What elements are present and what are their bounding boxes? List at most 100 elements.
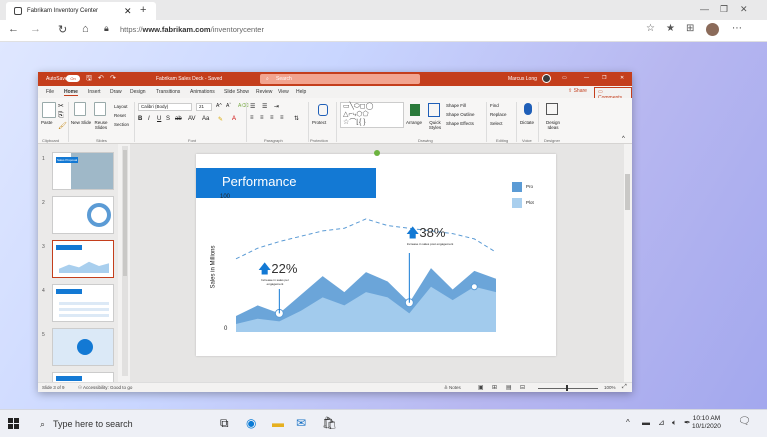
ppt-minimize-icon[interactable]: — bbox=[584, 75, 589, 81]
slide[interactable]: Performance 100 0 Sales in Millions Pro … bbox=[196, 154, 556, 356]
align-left-icon[interactable]: ≡ bbox=[250, 115, 254, 121]
title-search-box[interactable]: ⌕ Search bbox=[260, 74, 420, 84]
clock[interactable]: 10:10 AM 10/1/2020 bbox=[692, 415, 721, 431]
more-icon[interactable]: ⋯ bbox=[732, 23, 742, 34]
italic-icon[interactable]: I bbox=[148, 116, 150, 122]
volume-icon[interactable]: 🔈︎ bbox=[672, 418, 677, 428]
copy-icon[interactable]: ⎘ bbox=[58, 112, 64, 120]
font-size-select[interactable]: 21 bbox=[196, 103, 212, 111]
reading-view-icon[interactable]: ▤ bbox=[506, 384, 512, 391]
text-direction-icon[interactable]: ⇅ bbox=[294, 115, 299, 122]
zoom-level[interactable]: 100% bbox=[604, 385, 616, 390]
back-icon[interactable]: ← bbox=[8, 23, 19, 35]
redo-icon[interactable]: ↷ bbox=[110, 74, 116, 82]
font-color-icon[interactable]: A bbox=[232, 116, 236, 122]
replace-button[interactable]: Replace bbox=[490, 112, 507, 117]
refresh-icon[interactable]: ↻ bbox=[58, 23, 67, 36]
save-icon[interactable]: 🖫︎ bbox=[86, 74, 92, 85]
justify-icon[interactable]: ≡ bbox=[280, 115, 284, 121]
tab-home[interactable]: Home bbox=[64, 89, 78, 96]
thumbnail-scrollbar[interactable] bbox=[122, 146, 128, 376]
tab-draw[interactable]: Draw bbox=[110, 89, 122, 95]
layout-button[interactable]: Layout bbox=[114, 104, 128, 109]
align-center-icon[interactable]: ≡ bbox=[260, 115, 264, 121]
canvas-scrollbar[interactable] bbox=[624, 144, 632, 382]
new-tab-icon[interactable]: + bbox=[140, 4, 146, 16]
show-hidden-icons[interactable]: ^ bbox=[626, 418, 630, 427]
slideshow-icon[interactable]: ⊟ bbox=[520, 384, 525, 391]
profile-avatar[interactable] bbox=[706, 23, 719, 36]
tab-file[interactable]: File bbox=[46, 89, 54, 95]
scroll-thumb[interactable] bbox=[625, 174, 630, 210]
strikethrough-icon[interactable]: ab bbox=[175, 116, 182, 122]
url-field[interactable]: https://www.fabrikam.com/inventorycenter bbox=[120, 25, 264, 34]
bold-icon[interactable]: B bbox=[138, 116, 142, 122]
microphone-icon[interactable] bbox=[524, 103, 532, 115]
tab-help[interactable]: Help bbox=[296, 89, 306, 95]
indent-icon[interactable]: ⇥ bbox=[274, 103, 279, 110]
char-spacing-icon[interactable]: AV bbox=[188, 116, 196, 122]
notes-button[interactable]: ≙ Notes bbox=[444, 385, 461, 391]
shape-effects-button[interactable]: Shape Effects bbox=[446, 121, 474, 126]
bullets-icon[interactable]: ☰ bbox=[250, 103, 255, 110]
performance-chart[interactable] bbox=[196, 154, 556, 356]
ppt-close-icon[interactable]: ✕ bbox=[620, 75, 624, 81]
minimize-icon[interactable]: — bbox=[700, 4, 709, 14]
protect-icon[interactable] bbox=[318, 104, 328, 116]
tab-slide-show[interactable]: Slide Show bbox=[224, 89, 249, 95]
shadow-icon[interactable]: S bbox=[166, 116, 170, 122]
new-slide-icon[interactable] bbox=[74, 102, 86, 116]
collections-icon[interactable]: ⊞ bbox=[686, 23, 694, 34]
grow-font-icon[interactable]: A^ bbox=[216, 103, 222, 109]
tab-review[interactable]: Review bbox=[256, 89, 272, 95]
tab-insert[interactable]: Insert bbox=[88, 89, 101, 95]
shapes-gallery[interactable]: ▭╲⬭◻◯ △⌐⤷⬡⬠ ☆⌒⌊{ } bbox=[340, 102, 404, 128]
fit-slide-icon[interactable]: ⤢ bbox=[622, 384, 627, 391]
network-icon[interactable]: ⊿ bbox=[658, 418, 665, 427]
select-button[interactable]: Select bbox=[490, 121, 503, 126]
task-view-icon[interactable]: ⧉ bbox=[220, 416, 229, 431]
align-right-icon[interactable]: ≡ bbox=[270, 115, 274, 121]
ppt-maximize-icon[interactable]: ❐ bbox=[602, 75, 606, 81]
underline-icon[interactable]: U bbox=[157, 116, 161, 122]
file-explorer-icon[interactable]: ▬ bbox=[272, 416, 284, 430]
shape-fill-button[interactable]: Shape Fill bbox=[446, 103, 466, 108]
zoom-slider[interactable] bbox=[538, 388, 598, 389]
shrink-font-icon[interactable]: Aˇ bbox=[226, 103, 231, 109]
slide-thumbnail-4[interactable] bbox=[52, 284, 114, 322]
slide-thumbnail-1[interactable]: Sales Proposal bbox=[52, 152, 114, 190]
browser-tab[interactable]: Fabrikam Inventory Center bbox=[6, 2, 156, 20]
store-icon[interactable]: 🛍︎ bbox=[322, 416, 337, 430]
home-icon[interactable]: ⌂ bbox=[82, 23, 89, 35]
user-avatar[interactable] bbox=[542, 74, 551, 83]
mail-icon[interactable]: ✉ bbox=[296, 416, 306, 430]
edge-icon[interactable]: ◉ bbox=[246, 416, 256, 430]
accessibility-status[interactable]: ⚇ Accessibility: Good to go bbox=[78, 385, 132, 391]
find-button[interactable]: Find bbox=[490, 103, 499, 108]
design-ideas-icon[interactable] bbox=[546, 103, 558, 115]
close-window-icon[interactable]: ✕ bbox=[740, 4, 748, 15]
font-name-select[interactable]: Calibri (Body) bbox=[138, 103, 192, 111]
zoom-slider-thumb[interactable] bbox=[566, 385, 568, 391]
slide-thumbnail-3[interactable] bbox=[52, 240, 114, 278]
slide-thumbnail-6[interactable] bbox=[52, 372, 114, 382]
collapse-ribbon-icon[interactable]: ^ bbox=[622, 136, 625, 142]
favorites-icon[interactable]: ★ bbox=[666, 23, 675, 34]
reset-button[interactable]: Reset bbox=[114, 113, 126, 118]
reuse-slides-icon[interactable] bbox=[94, 102, 106, 116]
reading-view-icon[interactable]: ☆ bbox=[646, 23, 655, 34]
slide-editing-canvas[interactable]: Performance 100 0 Sales in Millions Pro … bbox=[130, 144, 626, 382]
taskbar-search[interactable]: ⌕ Type here to search bbox=[40, 414, 200, 434]
share-button[interactable]: ⇪ Share bbox=[568, 88, 587, 94]
arrange-icon[interactable] bbox=[410, 104, 420, 116]
battery-icon[interactable]: ▬ bbox=[642, 418, 650, 427]
pen-icon[interactable]: ✒ bbox=[684, 418, 691, 427]
quick-styles-icon[interactable] bbox=[428, 103, 440, 117]
autosave-toggle[interactable]: On bbox=[66, 75, 80, 82]
slide-thumbnail-5[interactable] bbox=[52, 328, 114, 366]
tab-transitions[interactable]: Transitions bbox=[156, 89, 180, 95]
numbering-icon[interactable]: ☰ bbox=[262, 103, 267, 110]
tab-animations[interactable]: Animations bbox=[190, 89, 215, 95]
notification-icon[interactable]: 🗨︎ bbox=[738, 416, 751, 427]
close-tab-icon[interactable]: ✕ bbox=[124, 6, 132, 17]
